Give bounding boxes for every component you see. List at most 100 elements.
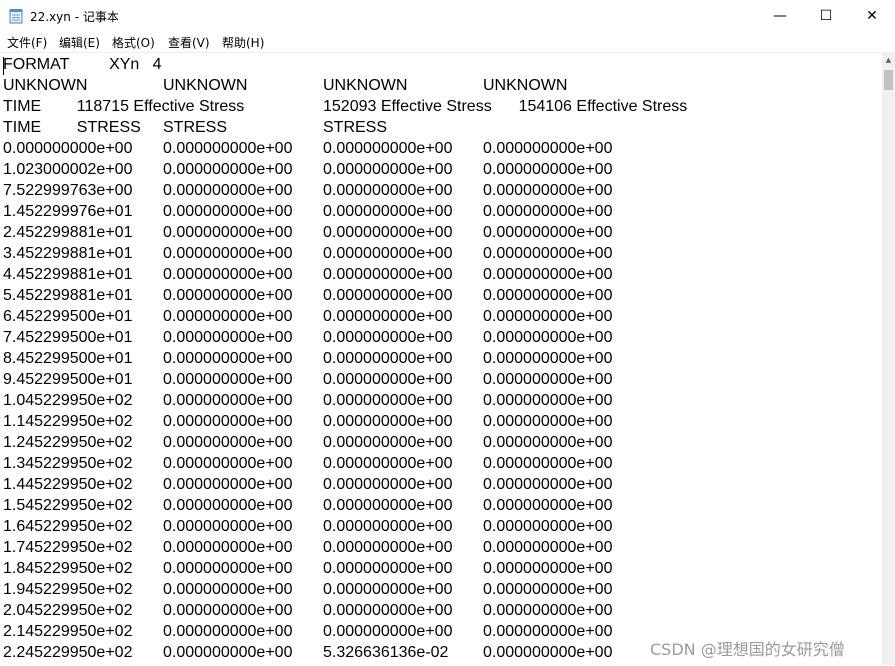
- text-column-2: 0.000000000e+00: [323, 581, 453, 598]
- text-column-2: 152093 Effective Stress: [323, 98, 492, 115]
- text-column-1: 0.000000000e+00: [163, 434, 293, 451]
- text-column-2: 0.000000000e+00: [323, 413, 453, 430]
- text-column-3: 0.000000000e+00: [483, 644, 613, 661]
- text-column-3: 0.000000000e+00: [483, 371, 613, 388]
- text-column-2: 0.000000000e+00: [323, 182, 453, 199]
- text-column-1: 0.000000000e+00: [163, 497, 293, 514]
- text-column-1: 0.000000000e+00: [163, 644, 293, 661]
- text-column-2: 0.000000000e+00: [323, 455, 453, 472]
- minimize-icon: —: [773, 8, 787, 24]
- text-column-0: 1.045229950e+02: [3, 392, 133, 409]
- text-column-3: 0.000000000e+00: [483, 560, 613, 577]
- text-column-2: UNKNOWN: [323, 77, 408, 94]
- menu-file[interactable]: 文件(F): [7, 34, 47, 51]
- text-column-1: 0.000000000e+00: [163, 182, 293, 199]
- text-column-3: 0.000000000e+00: [483, 245, 613, 262]
- menu-bar: 文件(F) 编辑(E) 格式(O) 查看(V) 帮助(H): [0, 32, 895, 52]
- menu-help[interactable]: 帮助(H): [222, 34, 264, 51]
- text-column-3: 0.000000000e+00: [483, 308, 613, 325]
- text-column-3: 0.000000000e+00: [483, 203, 613, 220]
- text-column-0: 1.345229950e+02: [3, 455, 133, 472]
- text-column-3: 0.000000000e+00: [483, 602, 613, 619]
- text-column-1: 0.000000000e+00: [163, 140, 293, 157]
- title-bar[interactable]: 22.xyn - 记事本 — ☐ ✕: [0, 0, 895, 32]
- text-column-3: 0.000000000e+00: [483, 476, 613, 493]
- text-column-2: 0.000000000e+00: [323, 350, 453, 367]
- text-column-1: 0.000000000e+00: [163, 203, 293, 220]
- text-column-3: 0.000000000e+00: [483, 581, 613, 598]
- minimize-button[interactable]: —: [757, 0, 803, 32]
- text-column-0: 7.452299500e+01: [3, 329, 133, 346]
- text-column-2: 0.000000000e+00: [323, 560, 453, 577]
- text-column-3: 0.000000000e+00: [483, 161, 613, 178]
- menu-format[interactable]: 格式(O): [112, 34, 155, 51]
- text-column-0: UNKNOWN: [3, 77, 88, 94]
- maximize-icon: ☐: [819, 8, 833, 24]
- text-column-1: 0.000000000e+00: [163, 623, 293, 640]
- text-column-3: 0.000000000e+00: [483, 140, 613, 157]
- text-column-0: 2.452299881e+01: [3, 224, 133, 241]
- text-column-1: 0.000000000e+00: [163, 413, 293, 430]
- text-column-3: 0.000000000e+00: [483, 392, 613, 409]
- text-column-1: STRESS: [163, 119, 228, 136]
- text-column-2: 0.000000000e+00: [323, 245, 453, 262]
- text-column-0: 4.452299881e+01: [3, 266, 133, 283]
- text-column-0: 1.545229950e+02: [3, 497, 133, 514]
- text-column-2: 0.000000000e+00: [323, 203, 453, 220]
- text-column-1: 0.000000000e+00: [163, 518, 293, 535]
- text-column-0: 2.145229950e+02: [3, 623, 133, 640]
- text-column-0: 1.245229950e+02: [3, 434, 133, 451]
- text-column-3: UNKNOWN: [483, 77, 568, 94]
- scroll-up-arrow-icon[interactable]: ▲: [882, 52, 895, 68]
- text-column-2: 0.000000000e+00: [323, 371, 453, 388]
- text-column-0: 7.522999763e+00: [3, 182, 133, 199]
- text-column-3: 0.000000000e+00: [483, 224, 613, 241]
- text-column-1: 0.000000000e+00: [163, 266, 293, 283]
- text-column-0: 1.023000002e+00: [3, 161, 133, 178]
- text-column-2: 0.000000000e+00: [323, 266, 453, 283]
- text-column-2: 0.000000000e+00: [323, 518, 453, 535]
- text-column-1: 0.000000000e+00: [163, 329, 293, 346]
- text-column-2: 0.000000000e+00: [323, 308, 453, 325]
- notepad-icon: [9, 9, 23, 24]
- scroll-thumb[interactable]: [884, 70, 893, 90]
- vertical-scrollbar[interactable]: ▲: [882, 52, 895, 665]
- menu-view[interactable]: 查看(V): [168, 34, 210, 51]
- watermark-text: CSDN @理想国的女研究僧: [650, 640, 845, 659]
- text-column-3: 0.000000000e+00: [483, 287, 613, 304]
- text-column-0: 1.845229950e+02: [3, 560, 133, 577]
- menu-edit[interactable]: 编辑(E): [59, 34, 100, 51]
- text-column-3: 0.000000000e+00: [483, 434, 613, 451]
- text-column-1: 0.000000000e+00: [163, 371, 293, 388]
- text-column-0: 1.445229950e+02: [3, 476, 133, 493]
- text-column-0: 8.452299500e+01: [3, 350, 133, 367]
- text-column-0: 9.452299500e+01: [3, 371, 133, 388]
- text-column-3: 0.000000000e+00: [483, 518, 613, 535]
- text-column-1: 0.000000000e+00: [163, 455, 293, 472]
- text-column-3: 0.000000000e+00: [483, 329, 613, 346]
- text-column-0: 2.045229950e+02: [3, 602, 133, 619]
- text-column-2: 0.000000000e+00: [323, 602, 453, 619]
- text-column-1: 0.000000000e+00: [163, 245, 293, 262]
- text-column-1: 0.000000000e+00: [163, 581, 293, 598]
- close-button[interactable]: ✕: [849, 0, 895, 32]
- text-column-2: 0.000000000e+00: [323, 539, 453, 556]
- text-column-1: 0.000000000e+00: [163, 560, 293, 577]
- text-column-0: 1.745229950e+02: [3, 539, 133, 556]
- text-column-1: 0.000000000e+00: [163, 308, 293, 325]
- text-column-1: UNKNOWN: [163, 77, 248, 94]
- close-icon: ✕: [866, 8, 878, 24]
- text-column-0: TIME STRESS: [3, 119, 141, 136]
- text-column-1: 0.000000000e+00: [163, 287, 293, 304]
- text-editor-area[interactable]: FORMAT XYn 4 UNKNOWN UNKNOWN UNKNOWN UNKNOWN…: [0, 52, 882, 666]
- text-column-2: 0.000000000e+00: [323, 434, 453, 451]
- text-column-0: TIME 118715 Effective Stress: [3, 98, 245, 115]
- text-column-2: 0.000000000e+00: [323, 476, 453, 493]
- notepad-window: 22.xyn - 记事本 — ☐ ✕ 文件(F) 编辑(E) 格式(O) 查看(…: [0, 0, 895, 666]
- text-column-3: 154106 Effective Stress: [483, 98, 688, 115]
- text-column-3: 0.000000000e+00: [483, 350, 613, 367]
- text-column-0: FORMAT XYn 4: [3, 56, 162, 73]
- text-column-0: 1.452299976e+01: [3, 203, 133, 220]
- text-column-0: 1.945229950e+02: [3, 581, 133, 598]
- maximize-button[interactable]: ☐: [803, 0, 849, 32]
